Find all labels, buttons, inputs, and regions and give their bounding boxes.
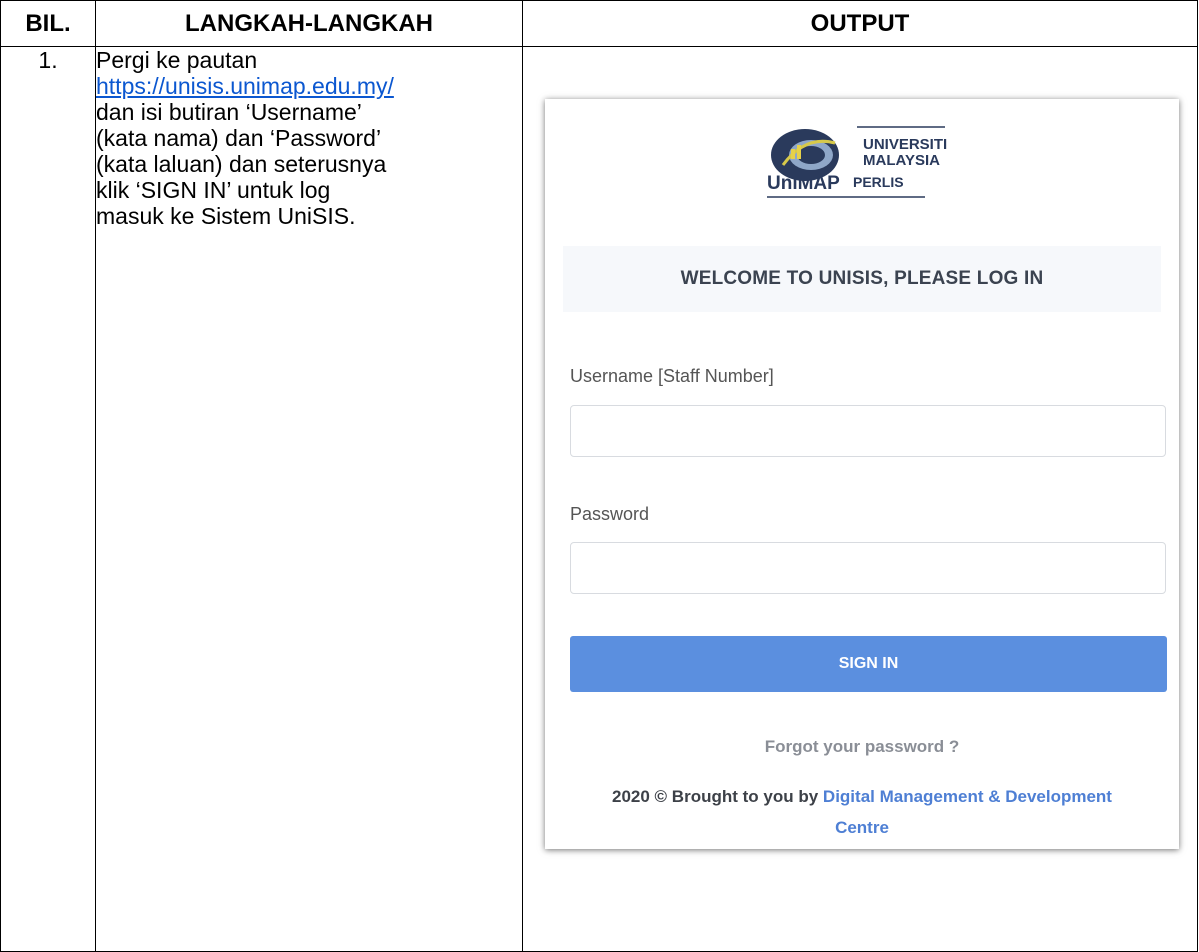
- sign-in-button[interactable]: SIGN IN: [570, 636, 1167, 692]
- login-card: UNIVERSITI MALAYSIA UniMAP PERLIS WELCOM…: [545, 99, 1179, 849]
- logo-universiti: UNIVERSITI: [863, 136, 947, 153]
- step-line: dan isi butiran ‘Username’: [96, 99, 362, 125]
- logo-perlis: PERLIS: [853, 174, 904, 190]
- password-label: Password: [570, 504, 650, 524]
- footer-org-link[interactable]: Digital Management & Development Centre: [823, 787, 1112, 837]
- username-label: Username [Staff Number]: [570, 366, 774, 386]
- unisis-link[interactable]: https://unisis.unimap.edu.my/: [96, 73, 394, 99]
- password-input[interactable]: [570, 542, 1166, 594]
- username-input[interactable]: [570, 405, 1166, 457]
- header-langkah: LANGKAH-LANGKAH: [95, 0, 523, 47]
- step-line: (kata nama) dan ‘Password’: [96, 125, 382, 151]
- step-line: Pergi ke pautan: [96, 47, 258, 73]
- logo-malaysia: MALAYSIA: [863, 152, 940, 169]
- forgot-password-link[interactable]: Forgot your password ?: [545, 737, 1179, 757]
- row-number: 1.: [0, 46, 96, 952]
- welcome-banner: WELCOME TO UNISIS, PLEASE LOG IN: [563, 246, 1161, 312]
- header-output: OUTPUT: [522, 0, 1198, 47]
- step-line: (kata laluan) dan seterusnya: [96, 151, 387, 177]
- header-row: BIL. LANGKAH-LANGKAH OUTPUT: [0, 0, 1198, 47]
- step-line: klik ‘SIGN IN’ untuk log: [96, 177, 331, 203]
- unimap-logo: UNIVERSITI MALAYSIA UniMAP PERLIS: [767, 126, 947, 198]
- footer-credit: 2020 © Brought to you by Digital Managem…: [605, 781, 1119, 843]
- footer-prefix: 2020 © Brought to you by: [612, 787, 819, 806]
- logo-unimap: UniMAP: [767, 173, 840, 194]
- header-bil: BIL.: [0, 0, 96, 47]
- step-description: Pergi ke pautan https://unisis.unimap.ed…: [95, 46, 523, 952]
- step-line: masuk ke Sistem UniSIS.: [96, 203, 356, 229]
